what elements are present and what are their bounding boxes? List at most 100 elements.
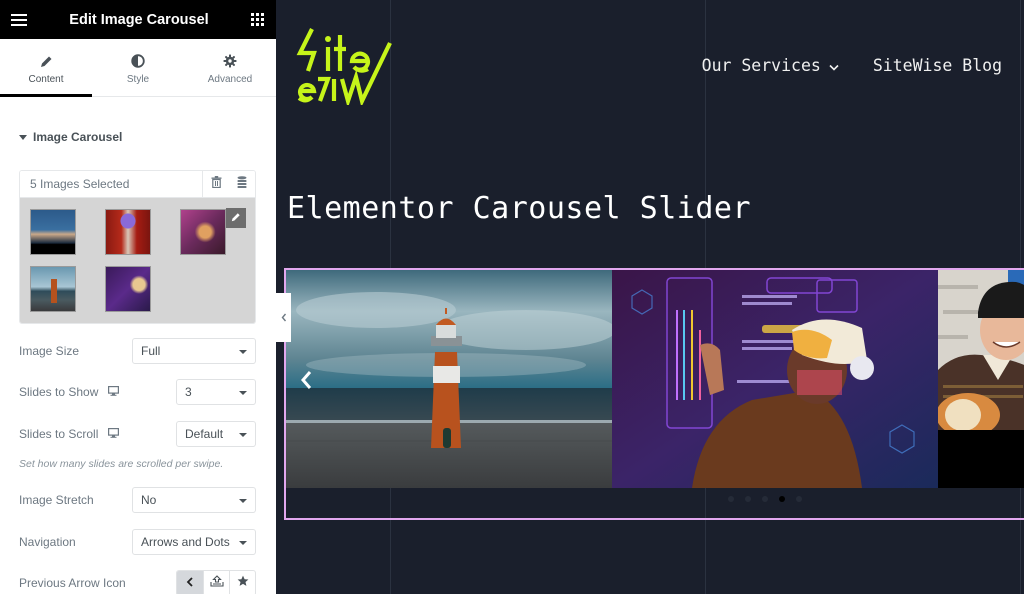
- thumbnail-neon-portrait[interactable]: [180, 209, 226, 255]
- navigation-label: Navigation: [19, 535, 76, 549]
- carousel-slide-lighthouse[interactable]: [286, 270, 612, 488]
- pencil-icon: [39, 54, 53, 68]
- gallery-actions: [202, 171, 255, 197]
- desktop-icon[interactable]: [108, 385, 120, 399]
- previous-arrow-icon-label: Previous Arrow Icon: [19, 576, 126, 590]
- carousel-dot-2[interactable]: [745, 496, 751, 502]
- slides-to-scroll-label-text: Slides to Scroll: [19, 427, 99, 441]
- image-stretch-control: Image Stretch No: [19, 487, 256, 513]
- image-size-control: Image Size Full: [19, 338, 256, 364]
- logo-mark: [296, 28, 392, 109]
- widgets-grid-icon[interactable]: [251, 13, 264, 26]
- desktop-icon[interactable]: [108, 427, 120, 441]
- selected-icon-chevron-left[interactable]: [177, 571, 203, 594]
- image-size-label-text: Image Size: [19, 344, 80, 358]
- thumbnail-lighthouse[interactable]: [30, 266, 76, 312]
- slides-to-show-select[interactable]: 3: [176, 379, 256, 405]
- slides-to-scroll-value: Default: [185, 427, 224, 441]
- tab-style-label: Style: [126, 74, 150, 85]
- edit-gallery-button[interactable]: [229, 171, 255, 197]
- sitewise-logo[interactable]: [296, 27, 396, 109]
- chevron-left-icon: [281, 309, 287, 327]
- image-size-select[interactable]: Full: [132, 338, 256, 364]
- gallery-count: 5 Images Selected: [30, 177, 130, 191]
- chevron-down-icon: [239, 350, 247, 354]
- carousel-slide-smiling-man-beanie[interactable]: [938, 270, 1024, 488]
- slides-to-scroll-hint: Set how many slides are scrolled per swi…: [19, 458, 224, 470]
- navigation-control: Navigation Arrows and Dots: [19, 529, 256, 555]
- slides-to-show-value: 3: [185, 385, 192, 399]
- chevron-down-icon: [239, 499, 247, 503]
- image-size-label: Image Size: [19, 344, 79, 358]
- section-image-carousel-toggle[interactable]: Image Carousel: [19, 130, 276, 144]
- chevron-left-icon: [300, 371, 312, 394]
- image-stretch-select[interactable]: No: [132, 487, 256, 513]
- navigation-select[interactable]: Arrows and Dots: [132, 529, 256, 555]
- half-circle-icon: [131, 54, 145, 68]
- image-size-value: Full: [141, 344, 161, 358]
- panel-tabs: Content Style Advanced: [0, 39, 276, 97]
- icon-library-button[interactable]: [229, 571, 255, 594]
- carousel-slide-vr-headset[interactable]: [612, 270, 938, 488]
- carousel-dot-5[interactable]: [796, 496, 802, 502]
- star-icon: [237, 574, 249, 592]
- slides-to-show-label: Slides to Show: [19, 385, 120, 399]
- editor-panel: Edit Image Carousel Content Style Advanc…: [0, 0, 276, 594]
- image-stretch-label-text: Image Stretch: [19, 493, 94, 507]
- slides-to-show-label-text: Slides to Show: [19, 385, 99, 399]
- upload-icon: [209, 574, 224, 592]
- trash-icon: [211, 175, 222, 193]
- main-nav: Our Services SiteWise Blog: [702, 56, 1002, 75]
- previous-arrow-icon-chooser: [176, 570, 256, 594]
- navigation-value: Arrows and Dots: [141, 535, 230, 549]
- pencil-icon: [231, 209, 241, 227]
- gallery-control: 5 Images Selected: [19, 170, 256, 324]
- thumbnail-friends-laughing[interactable]: [30, 209, 76, 255]
- slides-to-scroll-label: Slides to Scroll: [19, 427, 120, 441]
- lighthouse-image: [286, 270, 612, 488]
- tab-content-label: Content: [28, 74, 64, 85]
- page-heading: Elementor Carousel Slider: [287, 191, 752, 226]
- site-preview: Our Services SiteWise Blog Elementor Car…: [276, 0, 1024, 594]
- vr-headset-image: [612, 270, 938, 488]
- carousel-dots: [728, 496, 802, 502]
- section-title: Image Carousel: [33, 130, 123, 144]
- collapse-panel-button[interactable]: [276, 293, 291, 342]
- panel-header: Edit Image Carousel: [0, 0, 276, 39]
- carousel-dot-3[interactable]: [762, 496, 768, 502]
- previous-arrow-icon-control: Previous Arrow Icon: [19, 570, 256, 594]
- slides-to-show-control: Slides to Show 3: [19, 379, 256, 405]
- slides-to-scroll-control: Slides to Scroll Default: [19, 421, 256, 447]
- carousel-prev-arrow[interactable]: [300, 370, 312, 395]
- panel-title: Edit Image Carousel: [69, 11, 209, 28]
- navigation-label-text: Navigation: [19, 535, 76, 549]
- image-carousel[interactable]: [284, 268, 1024, 520]
- hamburger-menu-icon[interactable]: [11, 13, 27, 26]
- slides-to-scroll-select[interactable]: Default: [176, 421, 256, 447]
- gallery-thumbnails[interactable]: [20, 198, 255, 323]
- nav-our-services-label: Our Services: [701, 56, 821, 75]
- tab-style[interactable]: Style: [92, 39, 184, 96]
- upload-svg-button[interactable]: [203, 571, 229, 594]
- chevron-down-icon: [239, 433, 247, 437]
- gear-icon: [223, 54, 237, 68]
- tab-content[interactable]: Content: [0, 39, 92, 97]
- nav-sitewise-blog-label: SiteWise Blog: [872, 56, 1002, 75]
- chevron-down-icon: [829, 56, 839, 75]
- caret-down-icon: [19, 134, 27, 140]
- chevron-down-icon: [239, 391, 247, 395]
- tab-advanced[interactable]: Advanced: [184, 39, 276, 96]
- carousel-dot-1[interactable]: [728, 496, 734, 502]
- previous-arrow-icon-label-text: Previous Arrow Icon: [19, 576, 126, 590]
- chevron-down-icon: [239, 541, 247, 545]
- smiling-man-image: [938, 270, 1024, 437]
- nav-sitewise-blog[interactable]: SiteWise Blog: [873, 56, 1002, 75]
- edit-image-button[interactable]: [226, 208, 246, 228]
- thumbnail-umbrella-red-chair[interactable]: [105, 209, 151, 255]
- database-stack-icon: [237, 175, 247, 193]
- carousel-dot-4[interactable]: [779, 496, 785, 502]
- thumbnail-vr-headset[interactable]: [105, 266, 151, 312]
- chevron-left-icon: [186, 574, 194, 592]
- nav-our-services[interactable]: Our Services: [702, 56, 839, 75]
- delete-images-button[interactable]: [203, 171, 229, 197]
